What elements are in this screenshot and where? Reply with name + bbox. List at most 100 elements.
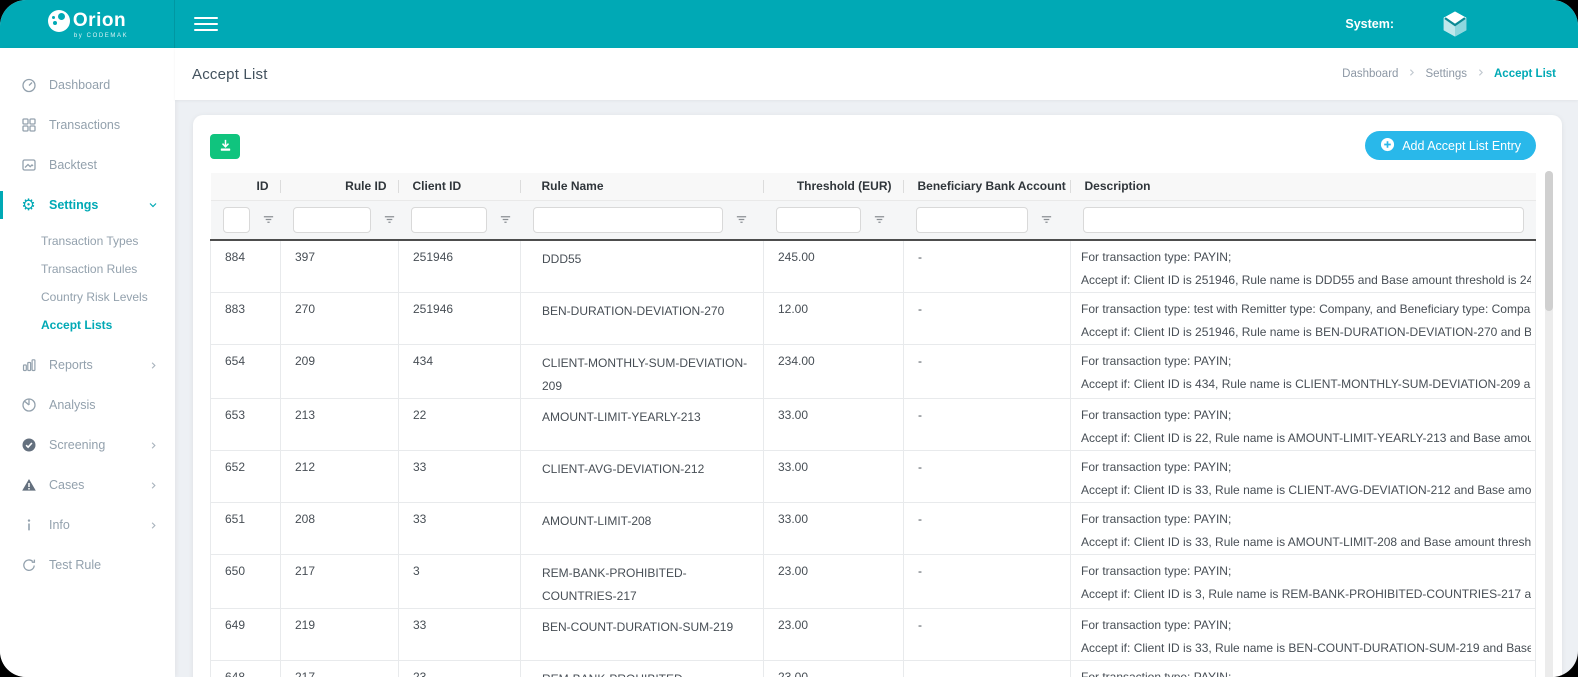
cell-rule-id: 212	[281, 451, 399, 503]
sidebar-item-country-risk-levels[interactable]: Country Risk Levels	[0, 283, 175, 311]
table-row[interactable]: 653 213 22 AMOUNT-LIMIT-YEARLY-213 33.00…	[211, 399, 1536, 451]
column-header-description[interactable]: Description	[1071, 173, 1536, 200]
sidebar-item-screening[interactable]: Screening	[0, 425, 175, 465]
sidebar-item-analysis[interactable]: Analysis	[0, 385, 175, 425]
scrollbar-thumb[interactable]	[1545, 171, 1553, 311]
pie-chart-icon	[20, 397, 37, 414]
filter-id-input[interactable]	[223, 207, 250, 233]
table-row[interactable]: 884 397 251946 DDD55 245.00 - For transa…	[211, 240, 1536, 293]
table-row[interactable]: 654 209 434 CLIENT-MONTHLY-SUM-DEVIATION…	[211, 345, 1536, 399]
sidebar-item-info[interactable]: Info	[0, 505, 175, 545]
column-header-id[interactable]: ID	[211, 173, 281, 200]
cell-description: For transaction type: PAYIN; Accept if: …	[1071, 661, 1536, 677]
cell-id: 652	[211, 451, 281, 503]
column-header-client-id[interactable]: Client ID	[399, 173, 521, 200]
filter-icon[interactable]	[1040, 213, 1053, 226]
cell-rule-id: 209	[281, 345, 399, 399]
cell-rule-name: AMOUNT-LIMIT-YEARLY-213	[521, 399, 764, 451]
cell-description: For transaction type: PAYIN; Accept if: …	[1071, 345, 1536, 399]
filter-icon[interactable]	[499, 213, 512, 226]
cell-threshold: 33.00	[764, 399, 904, 451]
filter-row	[211, 200, 1536, 240]
cell-rule-name: AMOUNT-LIMIT-208	[521, 503, 764, 555]
cell-rule-id: 208	[281, 503, 399, 555]
breadcrumb-dashboard[interactable]: Dashboard	[1342, 68, 1398, 80]
table-row[interactable]: 649 219 33 BEN-COUNT-DURATION-SUM-219 23…	[211, 609, 1536, 661]
app-logo[interactable]: Orion by CODEMAK	[0, 0, 175, 48]
cell-rule-id: 219	[281, 609, 399, 661]
cell-beneficiary: -	[904, 555, 1071, 609]
breadcrumb-settings[interactable]: Settings	[1425, 68, 1467, 80]
filter-icon[interactable]	[873, 213, 886, 226]
column-header-threshold[interactable]: Threshold (EUR)	[764, 173, 904, 200]
cell-description: For transaction type: test with Remitter…	[1071, 293, 1536, 345]
table-row[interactable]: 648 217 23 REM-BANK-PROHIBITED-COUNTRIES…	[211, 661, 1536, 677]
cell-rule-name: DDD55	[521, 240, 764, 293]
cell-id: 653	[211, 399, 281, 451]
cell-client-id: 33	[399, 451, 521, 503]
sidebar-item-accept-lists[interactable]: Accept Lists	[0, 311, 175, 339]
page-title: Accept List	[192, 66, 268, 83]
gear-icon: ⚙	[20, 197, 37, 214]
sidebar-item-test-rule[interactable]: Test Rule	[0, 545, 175, 585]
cell-id: 651	[211, 503, 281, 555]
filter-icon[interactable]	[383, 213, 396, 226]
orion-logo-icon	[48, 10, 70, 32]
download-button[interactable]	[210, 134, 240, 159]
sidebar-item-reports[interactable]: Reports	[0, 345, 175, 385]
sidebar-item-dashboard[interactable]: Dashboard	[0, 65, 175, 105]
cell-threshold: 33.00	[764, 451, 904, 503]
cell-client-id: 22	[399, 399, 521, 451]
table-row[interactable]: 883 270 251946 BEN-DURATION-DEVIATION-27…	[211, 293, 1536, 345]
cell-threshold: 23.00	[764, 555, 904, 609]
cell-threshold: 33.00	[764, 503, 904, 555]
image-icon	[20, 157, 37, 174]
filter-description-input[interactable]	[1083, 207, 1524, 233]
sidebar-item-cases[interactable]: Cases	[0, 465, 175, 505]
hamburger-menu-icon[interactable]	[194, 15, 218, 33]
sidebar-item-transaction-types[interactable]: Transaction Types	[0, 227, 175, 255]
cell-rule-name: CLIENT-AVG-DEVIATION-212	[521, 451, 764, 503]
cell-description: For transaction type: PAYIN; Accept if: …	[1071, 451, 1536, 503]
column-header-rule-id[interactable]: Rule ID	[281, 173, 399, 200]
logo-text: Orion	[73, 11, 126, 30]
filter-icon[interactable]	[262, 213, 275, 226]
filter-client-id-input[interactable]	[411, 207, 487, 233]
table-row[interactable]: 650 217 3 REM-BANK-PROHIBITED-COUNTRIES-…	[211, 555, 1536, 609]
chevron-down-icon	[147, 199, 159, 211]
breadcrumb-separator-icon	[1476, 68, 1485, 80]
filter-threshold-input[interactable]	[776, 207, 861, 233]
table-row[interactable]: 651 208 33 AMOUNT-LIMIT-208 33.00 - For …	[211, 503, 1536, 555]
sidebar-item-backtest[interactable]: Backtest	[0, 145, 175, 185]
cell-beneficiary: -	[904, 503, 1071, 555]
system-cube-icon[interactable]	[1440, 9, 1470, 39]
cell-beneficiary: -	[904, 399, 1071, 451]
sidebar: Dashboard Transactions Backtest ⚙ Settin…	[0, 48, 175, 677]
add-accept-list-entry-button[interactable]: Add Accept List Entry	[1365, 131, 1536, 160]
cell-rule-name: CLIENT-MONTHLY-SUM-DEVIATION-209	[521, 345, 764, 399]
cell-rule-id: 217	[281, 555, 399, 609]
column-header-rule-name[interactable]: Rule Name	[521, 173, 764, 200]
check-circle-icon	[20, 437, 37, 454]
column-header-beneficiary-bank-account[interactable]: Beneficiary Bank Account	[904, 173, 1071, 200]
cell-threshold: 245.00	[764, 240, 904, 293]
table-row[interactable]: 652 212 33 CLIENT-AVG-DEVIATION-212 33.0…	[211, 451, 1536, 503]
table-header-row: ID Rule ID Client ID Rule Name Threshold…	[211, 173, 1536, 200]
cell-description: For transaction type: PAYIN; Accept if: …	[1071, 240, 1536, 293]
vertical-scrollbar[interactable]	[1545, 171, 1553, 677]
breadcrumb-accept-list: Accept List	[1494, 68, 1556, 80]
filter-rule-id-input[interactable]	[293, 207, 371, 233]
filter-icon[interactable]	[735, 213, 748, 226]
sidebar-item-settings[interactable]: ⚙ Settings	[0, 185, 175, 225]
filter-rule-name-input[interactable]	[533, 207, 723, 233]
cell-threshold: 234.00	[764, 345, 904, 399]
breadcrumb-separator-icon	[1407, 68, 1416, 80]
accept-list-table: ID Rule ID Client ID Rule Name Threshold…	[210, 173, 1536, 677]
cell-rule-id: 397	[281, 240, 399, 293]
cell-rule-name: REM-BANK-PROHIBITED-COUNTRIES-217	[521, 555, 764, 609]
cell-client-id: 33	[399, 503, 521, 555]
sidebar-item-transaction-rules[interactable]: Transaction Rules	[0, 255, 175, 283]
sidebar-item-transactions[interactable]: Transactions	[0, 105, 175, 145]
topbar: Orion by CODEMAK System:	[0, 0, 1578, 48]
filter-beneficiary-input[interactable]	[916, 207, 1028, 233]
